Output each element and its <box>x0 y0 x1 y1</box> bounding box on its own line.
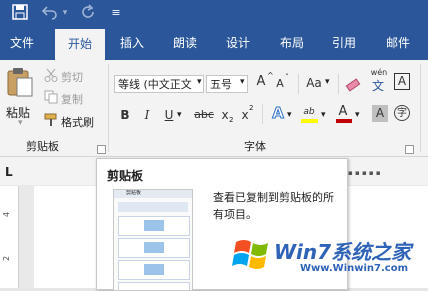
font-color-dropdown-icon[interactable]: ▾ <box>355 110 360 120</box>
change-case-dropdown-icon[interactable]: ▾ <box>325 77 330 87</box>
tab-selector[interactable]: L <box>5 165 13 179</box>
save-icon[interactable] <box>10 4 30 22</box>
vertical-ruler[interactable]: 4 2 <box>0 186 19 288</box>
preview-item <box>118 260 190 280</box>
group-separator <box>420 64 421 152</box>
tooltip-title: 剪贴板 <box>107 169 144 183</box>
grow-font-button[interactable]: A <box>254 74 268 90</box>
preview-title: 剪贴板 <box>126 190 142 196</box>
ribbon-tabs: 文件 开始 插入 朗读 设计 布局 引用 邮件 <box>0 27 428 60</box>
font-color-bar <box>336 119 352 123</box>
preview-toolbar <box>118 202 188 212</box>
clipboard-launcher-icon[interactable] <box>97 145 106 154</box>
tab-read-aloud[interactable]: 朗读 <box>163 27 207 60</box>
enclose-characters-button[interactable]: 字 <box>394 105 410 121</box>
preview-item <box>118 216 190 236</box>
font-name-combo[interactable]: 等线 (中文正文 <box>114 75 204 93</box>
separator <box>298 74 299 94</box>
phonetic-guide-icon: 文 <box>372 79 385 93</box>
character-shading-button[interactable]: A <box>372 105 388 122</box>
italic-button[interactable]: I <box>140 107 154 123</box>
preview-item-image <box>144 264 164 275</box>
tab-file[interactable]: 文件 <box>0 27 44 60</box>
preview-item <box>118 282 190 290</box>
copy-icon[interactable] <box>44 90 58 107</box>
format-painter-label[interactable]: 格式刷 <box>61 114 94 130</box>
preview-item-image <box>144 242 164 253</box>
preview-header: 剪贴板 <box>114 190 192 198</box>
preview-item <box>118 238 190 258</box>
paste-icon[interactable] <box>6 66 34 101</box>
highlight-color-bar <box>301 119 318 123</box>
vruler-mark: 2 <box>2 255 12 262</box>
cut-label[interactable]: 剪切 <box>61 69 83 85</box>
strikethrough-button[interactable]: abc <box>192 107 216 123</box>
watermark-brand: Win7系统之家 <box>274 240 412 264</box>
text-effects-button[interactable]: A <box>270 105 286 122</box>
vruler-mark: 4 <box>2 211 12 218</box>
customize-icon[interactable]: ≡ <box>110 4 122 22</box>
tab-references[interactable]: 引用 <box>322 27 366 60</box>
bold-button[interactable]: B <box>118 107 132 123</box>
font-name-dropdown-icon[interactable]: ▾ <box>197 77 202 87</box>
subscript-marker: 2 <box>229 116 234 124</box>
font-color-button[interactable]: A <box>336 104 350 120</box>
grow-font-arrow-icon: ^ <box>267 71 274 80</box>
tab-mailings[interactable]: 邮件 <box>376 27 420 60</box>
underline-dropdown-icon[interactable]: ▾ <box>177 110 182 120</box>
font-size-dropdown-icon[interactable]: ▾ <box>240 77 245 87</box>
underline-button[interactable]: U <box>162 107 176 123</box>
font-group-label: 字体 <box>244 140 266 153</box>
copy-label[interactable]: 复制 <box>61 91 83 107</box>
ribbon: 粘贴 ▾ 剪切 复制 格式刷 剪贴板 等线 (中文正文 ▾ 五号 ▾ A ^ A… <box>0 60 428 157</box>
windows-logo-icon <box>232 234 272 277</box>
ruler-ticks: ▪ ▪ ▪ ▪ ▪ <box>348 169 381 177</box>
text-effects-dropdown-icon[interactable]: ▾ <box>287 110 292 120</box>
preview-item-image <box>144 220 164 231</box>
undo-dropdown-icon[interactable]: ▾ <box>60 4 70 22</box>
tab-insert[interactable]: 插入 <box>110 27 154 60</box>
undo-icon[interactable] <box>40 4 60 22</box>
superscript-marker: 2 <box>249 104 254 112</box>
separator <box>338 74 339 94</box>
font-launcher-icon[interactable] <box>405 145 414 154</box>
redo-icon[interactable] <box>78 4 98 22</box>
separator <box>262 104 263 124</box>
title-bar: ▾ ≡ <box>0 0 428 27</box>
tooltip-description: 查看已复制到剪贴板的所有项目。 <box>213 191 334 221</box>
shrink-font-arrow-icon: ˇ <box>285 73 289 82</box>
highlight-dropdown-icon[interactable]: ▾ <box>321 110 326 120</box>
group-separator <box>108 64 109 152</box>
watermark-url: Www.Winwin7.com <box>300 263 409 274</box>
cut-icon[interactable] <box>44 68 58 85</box>
clipboard-pane-preview: 剪贴板 <box>113 189 193 291</box>
tab-selector-box[interactable]: L <box>0 157 18 185</box>
paste-dropdown-icon[interactable]: ▾ <box>18 118 23 128</box>
change-case-button[interactable]: Aa <box>304 75 324 91</box>
character-border-button[interactable]: A <box>394 73 410 90</box>
tab-design[interactable]: 设计 <box>216 27 260 60</box>
clear-formatting-icon[interactable] <box>345 76 363 95</box>
tab-layout[interactable]: 布局 <box>270 27 314 60</box>
tab-home[interactable]: 开始 <box>55 29 105 60</box>
highlight-button[interactable]: ab <box>300 104 318 120</box>
clipboard-group-label: 剪贴板 <box>26 140 59 153</box>
format-painter-icon[interactable] <box>44 113 58 130</box>
